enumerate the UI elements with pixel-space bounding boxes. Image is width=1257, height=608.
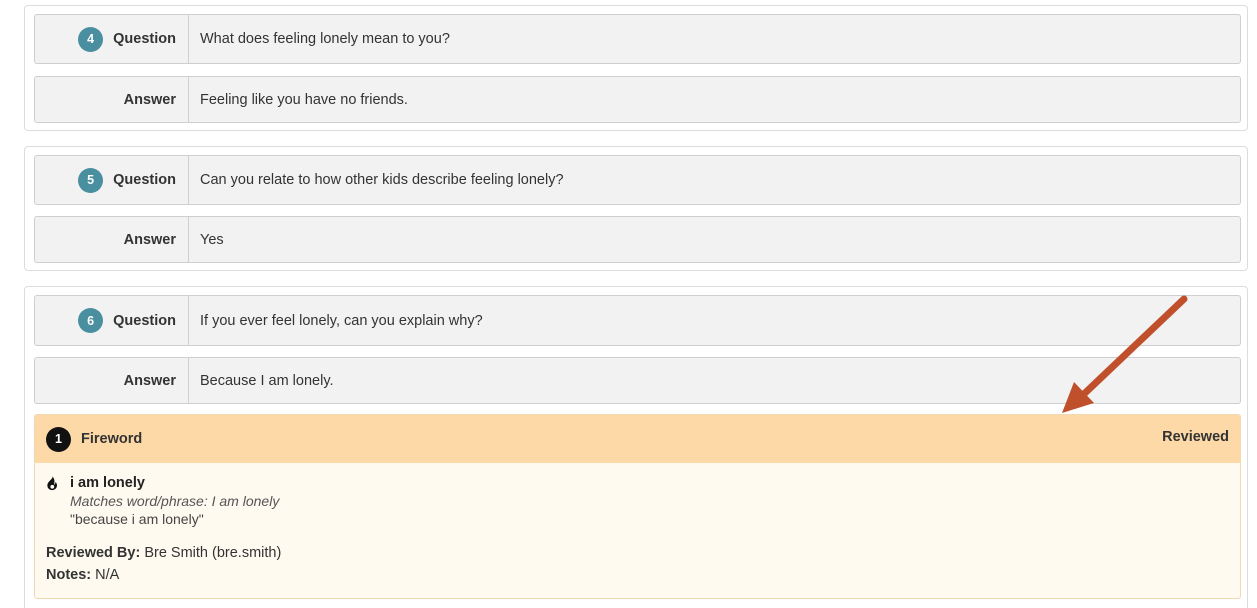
matched-word: i am lonely (70, 475, 145, 491)
question-text: Can you relate to how other kids describ… (200, 172, 564, 188)
question-label: Question (113, 312, 176, 329)
question-label-cell: 4 Question (35, 15, 189, 63)
question-text: What does feeling lonely mean to you? (200, 31, 450, 47)
question-number-badge: 6 (78, 308, 104, 333)
fireword-count-badge: 1 (46, 426, 71, 452)
answer-text: Yes (200, 231, 224, 248)
fireword-header[interactable]: 1 Fireword Reviewed (35, 415, 1240, 463)
question-label: Question (113, 172, 176, 188)
question-label-cell: 6 Question (35, 296, 189, 345)
flame-icon (46, 476, 58, 495)
question-card-5: 5 Question Can you relate to how other k… (24, 146, 1248, 271)
question-number-badge: 4 (78, 26, 104, 52)
question-row: 6 Question If you ever feel lonely, can … (34, 295, 1241, 346)
reviewed-by: Reviewed By: Bre Smith (bre.smith) (46, 545, 281, 561)
reviewed-by-label: Reviewed By: (46, 545, 141, 561)
question-card-6: 6 Question If you ever feel lonely, can … (24, 286, 1248, 608)
answer-label: Answer (35, 217, 189, 262)
question-label-cell: 5 Question (35, 156, 189, 204)
fireword-alert: 1 Fireword Reviewed i am lonely Matches … (34, 414, 1241, 599)
answer-label: Answer (35, 358, 189, 403)
reviewed-status: Reviewed (1162, 429, 1229, 445)
match-description: Matches word/phrase: I am lonely (70, 493, 280, 509)
fireword-title: Fireword (81, 431, 143, 447)
question-card-4: 4 Question What does feeling lonely mean… (24, 5, 1248, 131)
question-row: 5 Question Can you relate to how other k… (34, 155, 1241, 205)
question-label: Question (113, 31, 176, 47)
answer-label: Answer (35, 77, 189, 122)
matched-quote: "because i am lonely" (70, 511, 204, 527)
answer-text: Feeling like you have no friends. (200, 91, 408, 108)
question-number-badge: 5 (78, 167, 104, 193)
notes-value: N/A (95, 567, 120, 583)
notes-label: Notes: (46, 567, 92, 583)
notes: Notes: N/A (46, 567, 119, 583)
question-row: 4 Question What does feeling lonely mean… (34, 14, 1241, 64)
answer-row: Answer Yes (34, 216, 1241, 263)
answer-row: Answer Feeling like you have no friends. (34, 76, 1241, 123)
question-text: If you ever feel lonely, can you explain… (200, 312, 483, 329)
answer-text: Because I am lonely. (200, 372, 334, 389)
answer-row: Answer Because I am lonely. (34, 357, 1241, 404)
reviewed-by-value: Bre Smith (bre.smith) (144, 545, 282, 561)
